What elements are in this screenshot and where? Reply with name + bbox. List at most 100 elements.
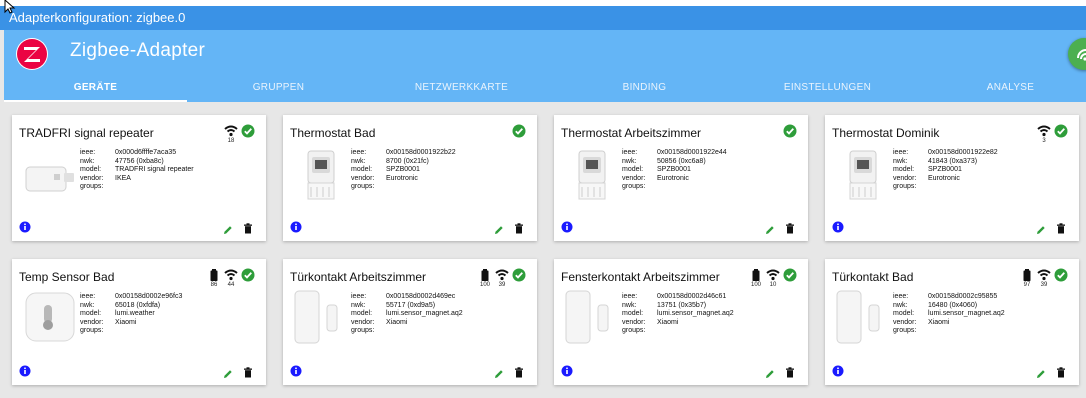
tab-geraete[interactable]: GERÄTE <box>4 74 187 102</box>
device-properties: ieee: 0x00158d0002e96fc3 nwk: 65018 (0xfdfa… <box>80 293 182 336</box>
device-status: 97 39 <box>1020 268 1071 298</box>
property-row-ieee: ieee: 0x00158d0001922b22 <box>351 149 456 158</box>
device-image <box>291 289 351 351</box>
info-icon[interactable] <box>832 364 844 377</box>
edit-pencil-icon[interactable] <box>223 222 233 234</box>
property-row-model: model: lumi.sensor_magnet.aq2 <box>893 310 1005 319</box>
property-row-nwk: nwk: 50856 (0xc6a8) <box>622 158 727 167</box>
property-label: vendor: <box>893 174 917 182</box>
edit-pencil-icon[interactable] <box>1036 222 1046 234</box>
mouse-cursor-icon <box>4 0 16 14</box>
delete-trash-icon[interactable] <box>1056 221 1066 234</box>
property-row-nwk: nwk: 41843 (0xa373) <box>893 158 998 167</box>
property-row-nwk: nwk: 65018 (0xfdfa) <box>80 302 182 311</box>
device-card: Türkontakt Arbeitszimmer 100 39 ieee: 0x0015… <box>283 259 537 385</box>
property-row-nwk: nwk: 16480 (0x4060) <box>893 302 1005 311</box>
property-value: Xiaomi <box>386 318 408 326</box>
property-row-model: model: SPZB0001 <box>893 166 998 175</box>
property-value: Eurotronic <box>386 174 418 182</box>
zigbee-logo-icon <box>16 38 48 70</box>
device-card: Thermostat Arbeitszimmer ieee: 0x00158d000… <box>554 115 808 241</box>
tab-einstellungen[interactable]: EINSTELLUNGEN <box>736 74 919 102</box>
info-icon[interactable] <box>290 220 302 233</box>
info-icon[interactable] <box>561 364 573 377</box>
property-label: model: <box>893 166 915 173</box>
property-value: 0x00158d0001922e44 <box>657 149 727 156</box>
property-value: 0x00158d0002e96fc3 <box>115 293 183 300</box>
property-value: SPZB0001 <box>928 166 962 173</box>
property-value: 0x000d6ffffe7aca35 <box>115 149 177 156</box>
info-icon[interactable] <box>290 364 302 377</box>
link-quality-icon: 10 <box>766 268 780 288</box>
device-properties: ieee: 0x000d6ffffe7aca35 nwk: 47756 (0xba8c… <box>80 149 194 192</box>
tab-analyse[interactable]: ANALYSE <box>919 74 1086 102</box>
tab-netzwerkkarte[interactable]: NETZWERKKARTE <box>370 74 553 102</box>
delete-trash-icon[interactable] <box>785 365 795 378</box>
property-label: model: <box>80 166 102 173</box>
property-value: 16480 (0x4060) <box>928 301 978 309</box>
property-label: groups: <box>80 183 104 190</box>
property-label: model: <box>622 310 644 317</box>
property-label: vendor: <box>351 174 375 182</box>
edit-pencil-icon[interactable] <box>1036 366 1046 378</box>
property-value: 55717 (0xd9a5) <box>386 301 436 309</box>
device-properties: ieee: 0x00158d0001922e82 nwk: 41843 (0xa373… <box>893 149 998 192</box>
property-value: lumi.sensor_magnet.aq2 <box>928 310 1005 317</box>
device-card: TRADFRI signal repeater 18 ieee: 0x000d6fff… <box>12 115 266 241</box>
property-label: model: <box>80 310 102 317</box>
link-quality-icon: 39 <box>495 268 509 288</box>
link-quality-value: 18 <box>227 138 235 144</box>
property-row-ieee: ieee: 0x000d6ffffe7aca35 <box>80 149 194 158</box>
property-row-vendor: vendor: Xiaomi <box>893 319 1005 328</box>
delete-trash-icon[interactable] <box>514 221 524 234</box>
device-name: Thermostat Dominik <box>832 126 940 140</box>
property-label: vendor: <box>622 318 646 326</box>
device-card: Temp Sensor Bad 86 44 ieee: 0x00158d0002e96f… <box>12 259 266 385</box>
property-value: 50856 (0xc6a8) <box>657 157 706 165</box>
property-row-ieee: ieee: 0x00158d0001922e82 <box>893 149 998 158</box>
info-icon[interactable] <box>832 220 844 233</box>
edit-pencil-icon[interactable] <box>494 222 504 234</box>
delete-trash-icon[interactable] <box>1056 365 1066 378</box>
property-row-model: model: lumi.sensor_magnet.aq2 <box>622 310 734 319</box>
tab-gruppen[interactable]: GRUPPEN <box>187 74 370 102</box>
edit-pencil-icon[interactable] <box>494 366 504 378</box>
delete-trash-icon[interactable] <box>785 221 795 234</box>
device-name: Thermostat Arbeitszimmer <box>561 126 702 140</box>
property-label: nwk: <box>80 157 95 165</box>
property-value: 0x00158d0001922e82 <box>928 149 998 156</box>
link-quality-icon: 18 <box>224 124 238 144</box>
device-image <box>562 289 622 351</box>
property-row-ieee: ieee: 0x00158d0002d46c61 <box>622 293 734 302</box>
delete-trash-icon[interactable] <box>243 221 253 234</box>
property-value: Xiaomi <box>928 318 950 326</box>
tab-binding[interactable]: BINDING <box>553 74 736 102</box>
delete-trash-icon[interactable] <box>514 365 524 378</box>
property-label: nwk: <box>351 157 366 165</box>
ok-status-icon <box>1054 268 1068 287</box>
edit-pencil-icon[interactable] <box>765 222 775 234</box>
ok-status-icon <box>241 124 255 143</box>
battery-icon: 100 <box>478 268 492 288</box>
edit-pencil-icon[interactable] <box>223 366 233 378</box>
ok-status-icon <box>241 268 255 287</box>
property-row-ieee: ieee: 0x00158d0002c95855 <box>893 293 1005 302</box>
property-label: groups: <box>351 183 375 190</box>
link-quality-value: 39 <box>498 282 506 288</box>
tab-bar: GERÄTE GRUPPEN NETZWERKKARTE BINDING EIN… <box>4 74 1086 102</box>
refresh-fab-button[interactable] <box>1068 38 1086 70</box>
delete-trash-icon[interactable] <box>243 365 253 378</box>
device-status: 100 10 <box>749 268 800 298</box>
property-label: ieee: <box>622 293 638 300</box>
battery-icon: 100 <box>749 268 763 288</box>
property-label: ieee: <box>622 149 638 156</box>
property-row-nwk: nwk: 8700 (0x21fc) <box>351 158 456 167</box>
device-properties: ieee: 0x00158d0002d469ec nwk: 55717 (0xd9a5… <box>351 293 463 336</box>
info-icon[interactable] <box>19 220 31 233</box>
link-quality-icon: 44 <box>224 268 238 288</box>
info-icon[interactable] <box>561 220 573 233</box>
edit-pencil-icon[interactable] <box>765 366 775 378</box>
info-icon[interactable] <box>19 364 31 377</box>
property-row-vendor: vendor: Xiaomi <box>80 319 182 328</box>
device-name: TRADFRI signal repeater <box>19 126 154 140</box>
